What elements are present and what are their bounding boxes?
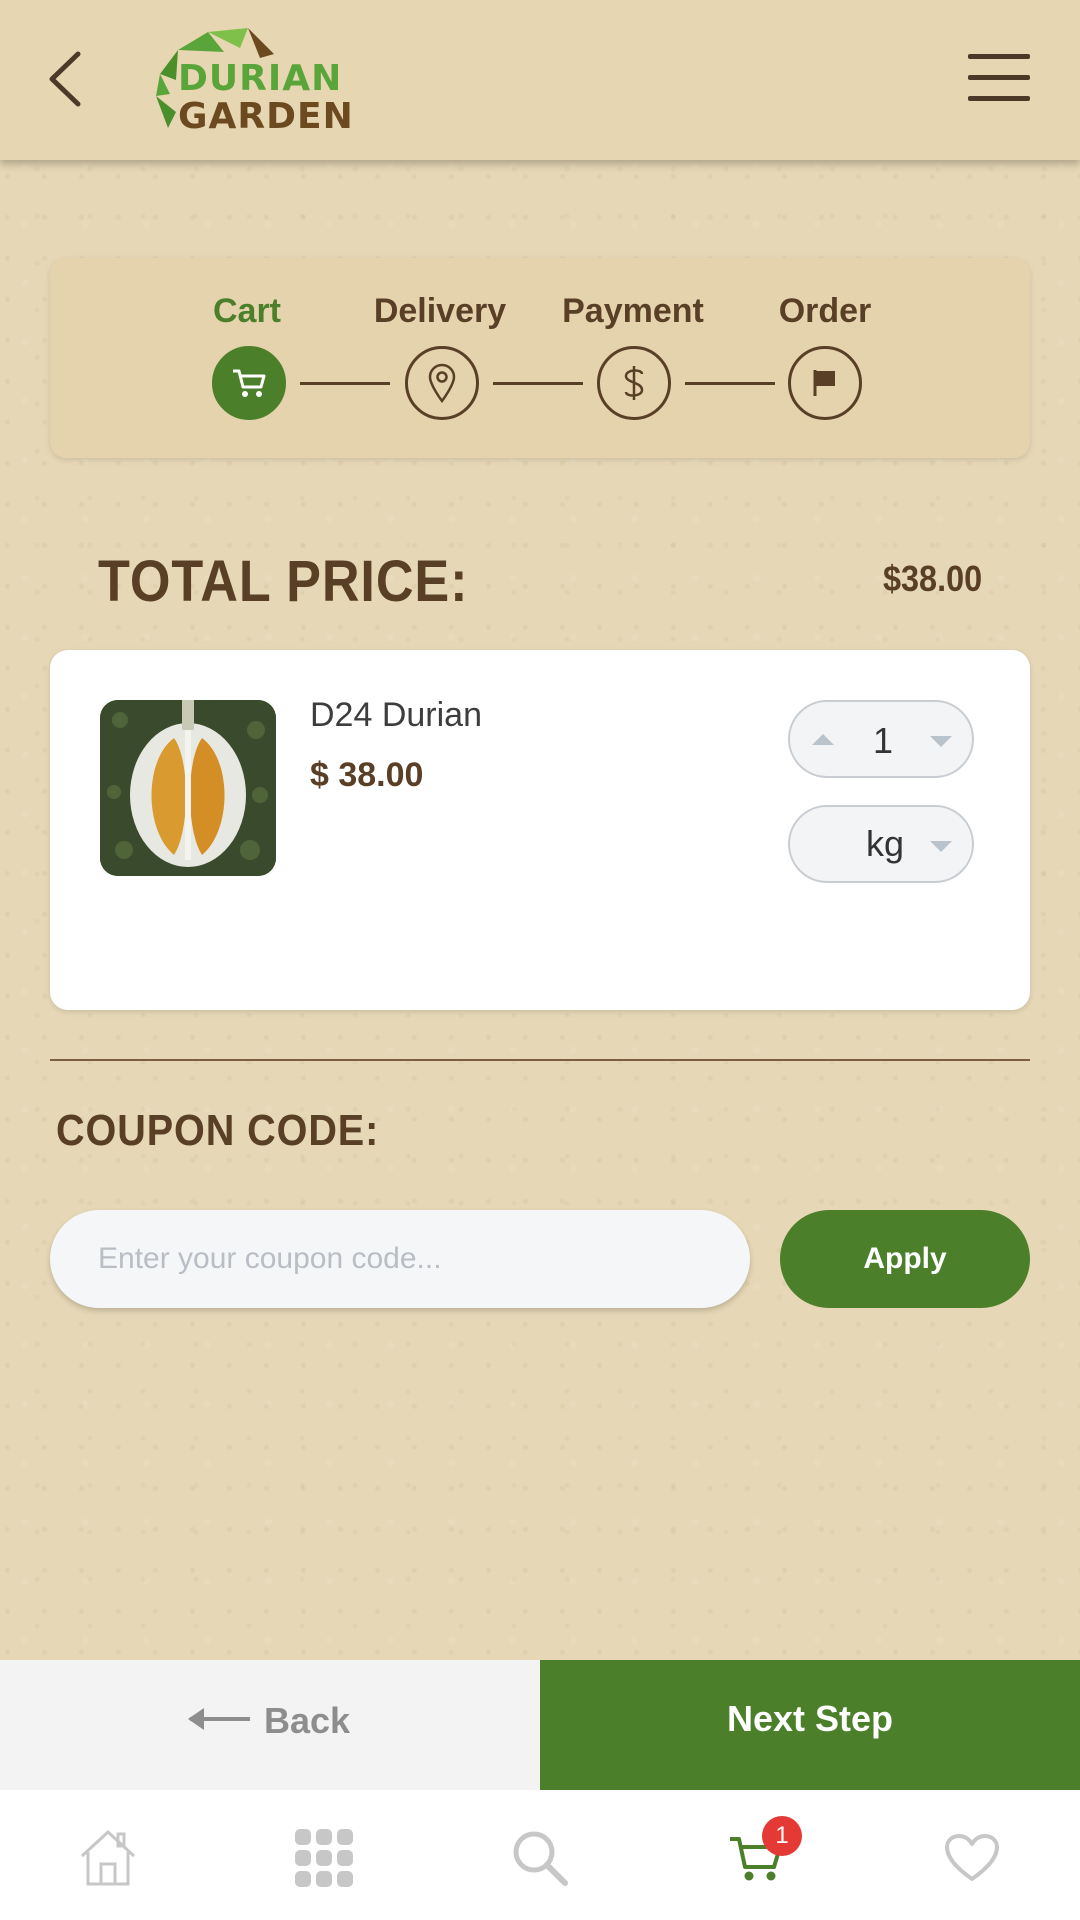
section-divider — [50, 1059, 1030, 1061]
step-connector — [493, 382, 583, 385]
product-image[interactable] — [100, 700, 276, 876]
quantity-stepper[interactable]: 1 — [788, 700, 974, 778]
app-header: DURIAN GARDEN — [0, 0, 1080, 160]
step-payment[interactable] — [597, 346, 671, 420]
total-price-value: $38.00 — [882, 558, 982, 599]
product-price: $ 38.00 — [310, 756, 424, 794]
total-price-label: TOTAL PRICE: — [98, 549, 469, 614]
cart-icon — [233, 369, 266, 397]
home-icon — [80, 1830, 136, 1886]
step-label-cart: Cart — [212, 292, 282, 330]
apply-coupon-button[interactable]: Apply — [780, 1210, 1030, 1308]
logo-line-2: GARDEN — [178, 96, 354, 137]
step-label-delivery: Delivery — [373, 292, 507, 330]
chevron-left-icon — [49, 51, 81, 107]
coupon-code-label: COUPON CODE: — [56, 1106, 380, 1155]
step-label-payment: Payment — [562, 292, 704, 330]
unit-value: kg — [866, 823, 905, 864]
tab-home[interactable] — [68, 1818, 148, 1898]
caret-down-icon — [930, 841, 952, 852]
tab-favorites[interactable] — [932, 1818, 1012, 1898]
location-pin-icon — [428, 363, 456, 403]
logo-line-1: DURIAN — [178, 58, 343, 99]
tab-search[interactable] — [500, 1818, 580, 1898]
dollar-icon — [624, 366, 644, 400]
heart-icon — [945, 1834, 999, 1881]
caret-down-icon[interactable] — [930, 736, 952, 747]
flag-icon — [813, 370, 835, 396]
hamburger-menu-button[interactable] — [968, 54, 1030, 104]
step-label-order: Order — [778, 292, 872, 330]
unit-select[interactable]: kg — [788, 805, 974, 883]
search-icon — [513, 1831, 568, 1886]
back-chevron-button[interactable] — [44, 48, 88, 110]
step-order[interactable] — [788, 346, 862, 420]
back-button[interactable]: Back — [0, 1660, 540, 1790]
step-connector — [300, 382, 390, 385]
step-cart[interactable] — [212, 346, 286, 420]
cart-item: D24 Durian $ 38.00 1 kg — [50, 650, 1030, 1010]
cart-count-badge: 1 — [762, 1816, 802, 1856]
product-name: D24 Durian — [310, 696, 482, 734]
tab-categories[interactable] — [284, 1818, 364, 1898]
bottom-tab-bar — [0, 1790, 1080, 1920]
checkout-steps: Cart Delivery Payment Order — [50, 258, 1030, 458]
back-button-label: Back — [264, 1700, 351, 1741]
coupon-code-input[interactable] — [50, 1210, 750, 1308]
grid-icon — [295, 1829, 353, 1887]
step-delivery[interactable] — [405, 346, 479, 420]
logo-wordmark: DURIAN GARDEN — [178, 60, 354, 136]
durian-image-icon — [100, 700, 276, 876]
arrow-left-icon — [188, 1708, 250, 1730]
hamburger-menu-icon — [968, 54, 1030, 59]
step-connector — [685, 382, 775, 385]
next-step-button[interactable]: Next Step — [540, 1660, 1080, 1790]
next-step-label: Next Step — [726, 1698, 894, 1739]
